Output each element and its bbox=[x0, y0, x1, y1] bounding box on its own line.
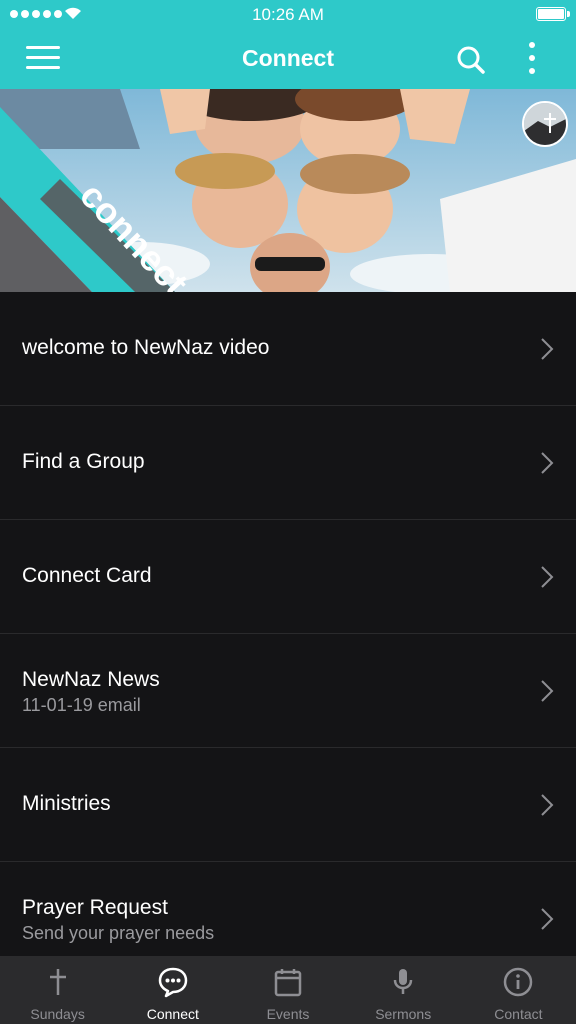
list-item-title: Find a Group bbox=[22, 450, 145, 473]
tab-label: Contact bbox=[494, 1006, 543, 1022]
chevron-right-icon bbox=[541, 794, 554, 816]
chevron-right-icon bbox=[541, 452, 554, 474]
hero-image: connect bbox=[0, 89, 576, 292]
list-item[interactable]: Ministries bbox=[0, 748, 576, 862]
tab-sermons[interactable]: Sermons bbox=[346, 956, 461, 1024]
microphone-icon bbox=[393, 969, 413, 994]
nav-bar: Connect bbox=[0, 30, 576, 89]
chevron-right-icon bbox=[541, 680, 554, 702]
hamburger-menu-icon[interactable] bbox=[26, 46, 60, 72]
chat-bubble-icon bbox=[158, 967, 188, 998]
list-item[interactable]: Connect Card bbox=[0, 520, 576, 634]
hero-banner: connect bbox=[0, 89, 576, 292]
chevron-right-icon bbox=[541, 908, 554, 930]
content-list: welcome to NewNaz video Find a Group Con… bbox=[0, 292, 576, 956]
tab-contact[interactable]: Contact bbox=[461, 956, 576, 1024]
tab-bar: Sundays Connect Events Sermons Contact bbox=[0, 956, 576, 1024]
list-item-title: welcome to NewNaz video bbox=[22, 336, 270, 359]
list-item-title: Connect Card bbox=[22, 564, 152, 587]
more-options-icon[interactable] bbox=[520, 42, 544, 78]
cross-icon bbox=[49, 969, 66, 995]
list-item[interactable]: NewNaz News 11-01-19 email bbox=[0, 634, 576, 748]
tab-label: Connect bbox=[146, 1006, 199, 1022]
tab-label: Events bbox=[266, 1006, 310, 1022]
info-icon bbox=[504, 967, 533, 997]
avatar[interactable] bbox=[522, 101, 568, 147]
tab-label: Sundays bbox=[30, 1006, 85, 1022]
calendar-icon bbox=[274, 969, 302, 997]
tab-sundays[interactable]: Sundays bbox=[0, 956, 115, 1024]
status-time: 10:26 AM bbox=[252, 5, 324, 24]
page-title: Connect bbox=[242, 45, 334, 71]
search-icon[interactable] bbox=[455, 44, 487, 76]
chevron-right-icon bbox=[541, 566, 554, 588]
list-item[interactable]: welcome to NewNaz video bbox=[0, 292, 576, 406]
top-bar: 10:26 AM Connect bbox=[0, 0, 576, 89]
list-item[interactable]: Prayer Request Send your prayer needs bbox=[0, 862, 576, 956]
tab-label: Sermons bbox=[375, 1006, 432, 1022]
list-item-title: Ministries bbox=[22, 792, 111, 815]
list-item[interactable]: Find a Group bbox=[0, 406, 576, 520]
battery-icon bbox=[536, 7, 570, 21]
tab-events[interactable]: Events bbox=[230, 956, 345, 1024]
list-item-title: NewNaz News bbox=[22, 668, 160, 691]
list-item-subtitle: 11-01-19 email bbox=[22, 695, 141, 715]
list-item-title: Prayer Request bbox=[22, 896, 168, 919]
chevron-right-icon bbox=[541, 338, 554, 360]
list-item-subtitle: Send your prayer needs bbox=[22, 923, 215, 943]
tab-connect[interactable]: Connect bbox=[115, 956, 230, 1024]
status-bar: 10:26 AM bbox=[0, 0, 576, 30]
